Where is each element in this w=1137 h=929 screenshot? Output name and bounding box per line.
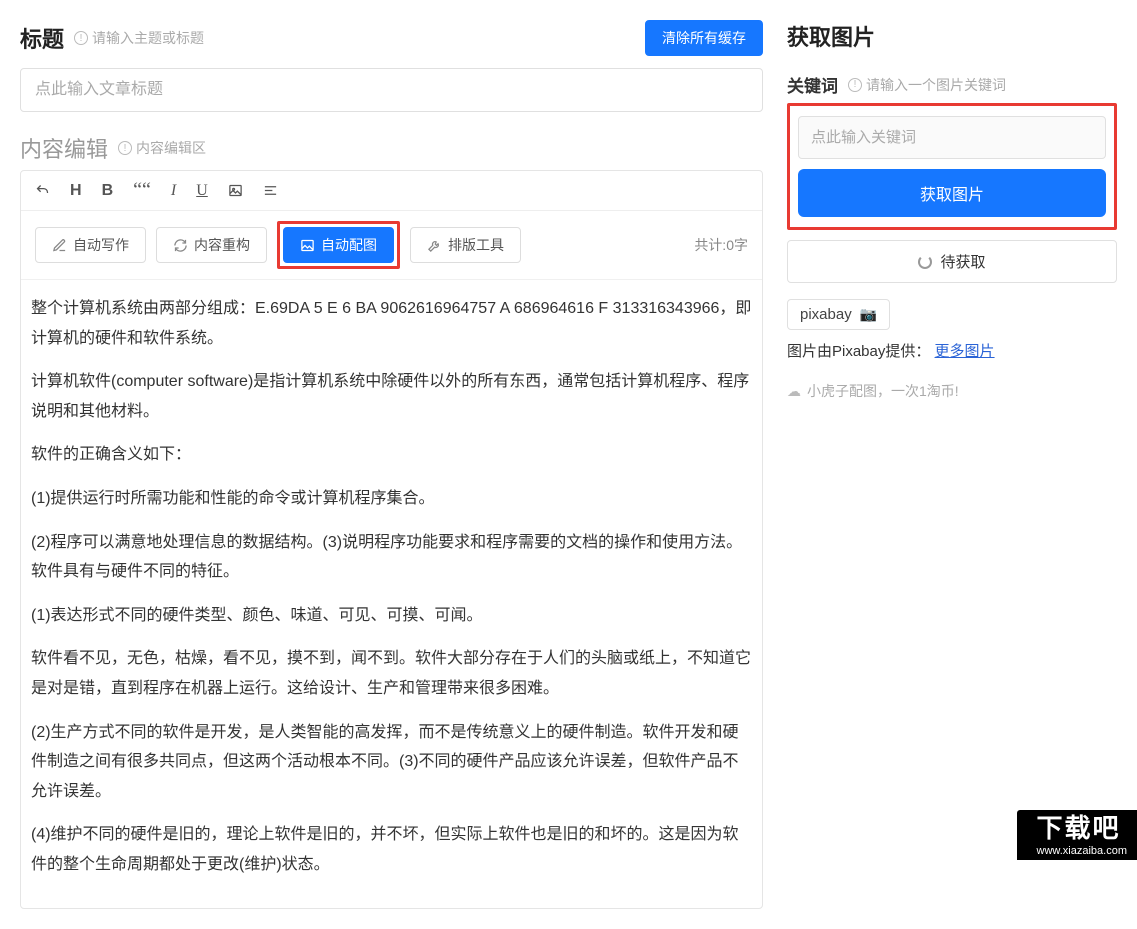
editor-toolbar: H B ““ I U: [21, 171, 762, 211]
editor-body[interactable]: 整个计算机系统由两部分组成：E.69DA 5 E 6 BA 9062616964…: [21, 280, 762, 908]
paragraph: (4)维护不同的硬件是旧的，理论上软件是旧的，并不坏，但实际上软件也是旧的和坏的…: [31, 820, 752, 879]
content-hint: ! 内容编辑区: [118, 138, 206, 158]
keyword-hint: ! 请输入一个图片关键词: [848, 75, 1006, 95]
layout-tool-button[interactable]: 排版工具: [410, 227, 521, 263]
provider-line: 图片由Pixabay提供： 更多图片: [787, 340, 1117, 361]
image-panel-title: 获取图片: [787, 20, 1117, 52]
cloud-icon: [787, 383, 801, 400]
paragraph: 计算机软件(computer software)是指计算机系统中除硬件以外的所有…: [31, 367, 752, 426]
keyword-highlight-box: 获取图片: [787, 103, 1117, 230]
clear-cache-button[interactable]: 清除所有缓存: [645, 20, 763, 56]
paragraph: 软件看不见，无色，枯燥，看不见，摸不到，闻不到。软件大部分存在于人们的头脑或纸上…: [31, 644, 752, 703]
paragraph: (2)生产方式不同的软件是开发，是人类智能的高发挥，而不是传统意义上的硬件制造。…: [31, 718, 752, 807]
italic-icon[interactable]: I: [171, 182, 176, 200]
tool-icon: [427, 238, 442, 253]
heading-icon[interactable]: H: [70, 182, 82, 200]
auto-image-highlight: 自动配图: [277, 221, 400, 269]
more-images-link[interactable]: 更多图片: [935, 343, 995, 360]
pencil-icon: [52, 238, 67, 253]
picture-icon: [300, 238, 315, 253]
restructure-button[interactable]: 内容重构: [156, 227, 267, 263]
content-label: 内容编辑: [20, 132, 108, 164]
info-icon: !: [118, 141, 132, 155]
editor-container: H B ““ I U 自动写作: [20, 170, 763, 909]
paragraph: (1)提供运行时所需功能和性能的命令或计算机程序集合。: [31, 484, 752, 514]
content-header: 内容编辑 ! 内容编辑区: [20, 132, 763, 164]
action-row: 自动写作 内容重构 自动配图 排版工具: [21, 211, 762, 280]
info-icon: !: [74, 31, 88, 45]
bold-icon[interactable]: B: [102, 182, 114, 200]
watermark: 下载吧 www.xiazaiba.com: [1017, 810, 1137, 860]
keyword-input[interactable]: [798, 116, 1106, 159]
quote-icon[interactable]: ““: [133, 179, 151, 202]
title-hint: ! 请输入主题或标题: [74, 28, 204, 48]
underline-icon[interactable]: U: [196, 182, 208, 200]
image-icon[interactable]: [228, 182, 243, 200]
camera-icon: 📷: [856, 306, 877, 322]
title-input[interactable]: [20, 68, 763, 112]
auto-image-button[interactable]: 自动配图: [283, 227, 394, 263]
paragraph: (2)程序可以满意地处理信息的数据结构。(3)说明程序功能要求和程序需要的文档的…: [31, 528, 752, 587]
keyword-header: 关键词 ! 请输入一个图片关键词: [787, 72, 1117, 97]
title-label: 标题: [20, 22, 64, 54]
info-icon: !: [848, 78, 862, 92]
pending-button[interactable]: 待获取: [787, 240, 1117, 283]
auto-write-button[interactable]: 自动写作: [35, 227, 146, 263]
title-header: 标题 ! 请输入主题或标题 清除所有缓存: [20, 20, 763, 56]
word-count: 共计:0字: [694, 235, 748, 255]
spinner-icon: [918, 255, 932, 269]
paragraph: (1)表达形式不同的硬件类型、颜色、味道、可见、可摸、可闻。: [31, 601, 752, 631]
refresh-icon: [173, 238, 188, 253]
footer-note: 小虎子配图，一次1淘币!: [787, 381, 1117, 401]
align-icon[interactable]: [263, 182, 278, 200]
undo-icon[interactable]: [35, 182, 50, 200]
pixabay-tag: pixabay 📷: [787, 299, 890, 330]
keyword-label: 关键词: [787, 72, 838, 97]
paragraph: 整个计算机系统由两部分组成：E.69DA 5 E 6 BA 9062616964…: [31, 294, 752, 353]
paragraph: 软件的正确含义如下：: [31, 440, 752, 470]
fetch-image-button[interactable]: 获取图片: [798, 169, 1106, 217]
